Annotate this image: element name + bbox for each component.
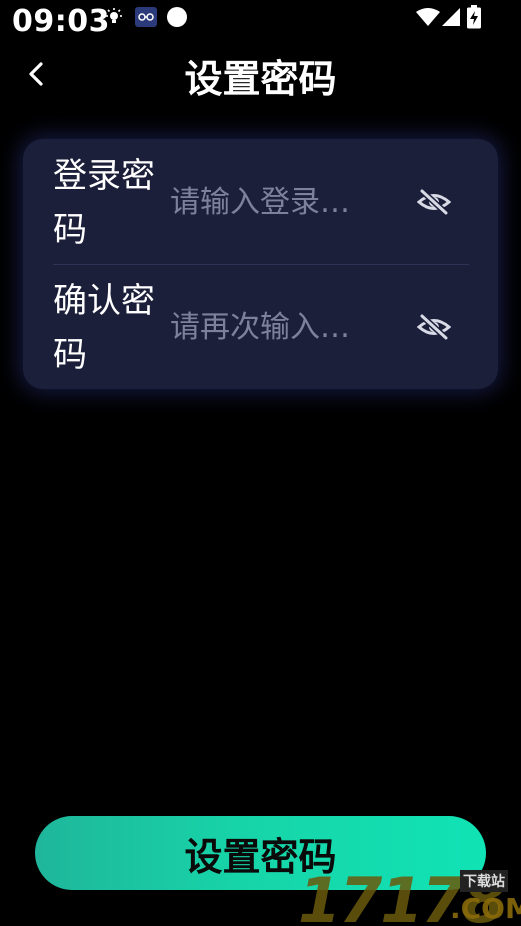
watermark-domain: .COM [450,892,521,925]
page-title: 设置密码 [184,57,337,101]
confirm-password-input[interactable] [170,302,390,352]
watermark: 17178 .COM 下载站 [298,862,521,926]
confirm-password-label: 确认密码 [53,281,155,375]
header: 设置密码 [0,44,521,104]
screen: 09:03 设置密码 登录密码 确认密码 设置密码 17178 .COM 下载站 [0,0,521,926]
confirm-password-visibility-toggle[interactable] [413,307,455,347]
wifi-icon [416,8,440,26]
app-notification-icon [135,7,157,27]
watermark-tag: 下载站 [460,870,508,892]
eye-off-icon [417,188,451,216]
login-password-label: 登录密码 [53,156,155,250]
signal-icon [442,8,460,26]
login-password-row: 登录密码 [23,139,498,264]
login-password-input[interactable] [170,177,390,227]
login-password-visibility-toggle[interactable] [413,182,455,222]
status-bar: 09:03 [0,0,521,44]
confirm-password-row: 确认密码 [23,264,498,389]
circle-icon [167,7,187,27]
password-form-card: 登录密码 确认密码 [23,139,498,389]
bulb-icon [106,8,122,23]
battery-charging-icon [467,5,481,29]
status-time: 09:03 [12,4,110,39]
eye-off-icon [417,313,451,341]
